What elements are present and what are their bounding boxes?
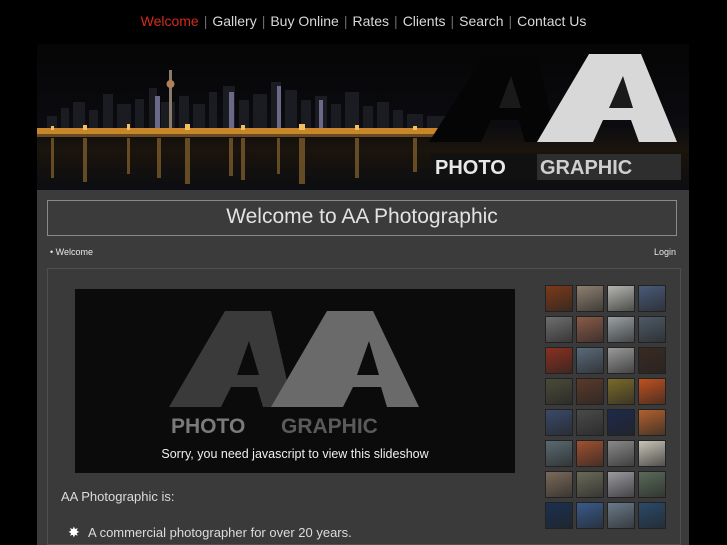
nav-separator: | <box>508 13 513 29</box>
page-title: Welcome to AA Photographic <box>226 205 498 228</box>
thumbnail[interactable] <box>607 409 635 436</box>
thumbnail[interactable] <box>607 347 635 374</box>
nav-item-welcome[interactable]: Welcome <box>141 13 199 29</box>
thumbnail[interactable] <box>607 285 635 312</box>
star-bullet-icon: ✸ <box>68 524 80 540</box>
thumbnail[interactable] <box>545 316 573 343</box>
thumbnail[interactable] <box>576 471 604 498</box>
slideshow-logo: PHOTO GRAPHIC <box>169 311 419 438</box>
nav-item-gallery[interactable]: Gallery <box>212 13 256 29</box>
list-item: ✸ A commercial photographer for over 20 y… <box>68 524 352 541</box>
nav-separator: | <box>261 13 266 29</box>
intro-text: AA Photographic is: <box>61 489 175 504</box>
thumbnail[interactable] <box>638 316 666 343</box>
thumbnail[interactable] <box>545 440 573 467</box>
thumbnail[interactable] <box>545 347 573 374</box>
thumbnail[interactable] <box>576 378 604 405</box>
slideshow-logo-graphic-text: GRAPHIC <box>281 415 378 438</box>
thumbnail[interactable] <box>638 409 666 436</box>
nav-separator: | <box>450 13 455 29</box>
header-banner: PHOTO GRAPHIC <box>37 44 689 190</box>
thumbnail[interactable] <box>607 471 635 498</box>
banner-logo-photo-text: PHOTO <box>435 157 506 179</box>
nav-item-buy-online[interactable]: Buy Online <box>270 13 338 29</box>
banner-logo-graphic <box>429 54 677 142</box>
nav-separator: | <box>343 13 348 29</box>
thumbnail[interactable] <box>545 409 573 436</box>
nav-item-search[interactable]: Search <box>459 13 503 29</box>
slideshow-logo-photo-text: PHOTO <box>171 415 245 438</box>
top-navigation: Welcome | Gallery | Buy Online | Rates | Clients… <box>0 13 727 29</box>
login-link[interactable]: Login <box>654 247 676 257</box>
thumbnail[interactable] <box>638 502 666 529</box>
thumbnail[interactable] <box>545 378 573 405</box>
thumbnail[interactable] <box>638 378 666 405</box>
banner-logo-graphic-text: GRAPHIC <box>540 157 632 179</box>
thumbnail[interactable] <box>607 316 635 343</box>
thumbnail[interactable] <box>638 347 666 374</box>
nav-item-contact-us[interactable]: Contact Us <box>517 13 586 29</box>
nav-item-clients[interactable]: Clients <box>403 13 446 29</box>
thumbnail[interactable] <box>607 378 635 405</box>
thumbnail[interactable] <box>545 285 573 312</box>
slideshow[interactable]: PHOTO GRAPHIC Sorry, you need javascript… <box>75 289 515 473</box>
thumbnail[interactable] <box>638 285 666 312</box>
city-skyline-photo: PHOTO GRAPHIC <box>37 54 681 184</box>
nav-separator: | <box>394 13 398 29</box>
thumbnail[interactable] <box>576 285 604 312</box>
thumbnail[interactable] <box>576 316 604 343</box>
thumbnail[interactable] <box>638 471 666 498</box>
thumbnail[interactable] <box>576 440 604 467</box>
main-panel: Welcome to AA Photographic • Welcome Log… <box>37 190 689 545</box>
thumbnail[interactable] <box>576 409 604 436</box>
thumbnail[interactable] <box>638 440 666 467</box>
nav-item-rates[interactable]: Rates <box>352 13 389 29</box>
thumbnail[interactable] <box>607 440 635 467</box>
list-item-text: A commercial photographer for over 20 ye… <box>88 525 352 540</box>
thumbnail[interactable] <box>545 471 573 498</box>
content-area: PHOTO GRAPHIC Sorry, you need javascript… <box>47 268 681 545</box>
slideshow-message: Sorry, you need javascript to view this … <box>161 447 429 461</box>
thumbnail[interactable] <box>545 502 573 529</box>
breadcrumb[interactable]: • Welcome <box>50 247 93 257</box>
thumbnail[interactable] <box>607 502 635 529</box>
nav-separator: | <box>203 13 208 29</box>
page-title-box: Welcome to AA Photographic <box>47 200 677 236</box>
thumbnail[interactable] <box>576 502 604 529</box>
thumbnail[interactable] <box>576 347 604 374</box>
